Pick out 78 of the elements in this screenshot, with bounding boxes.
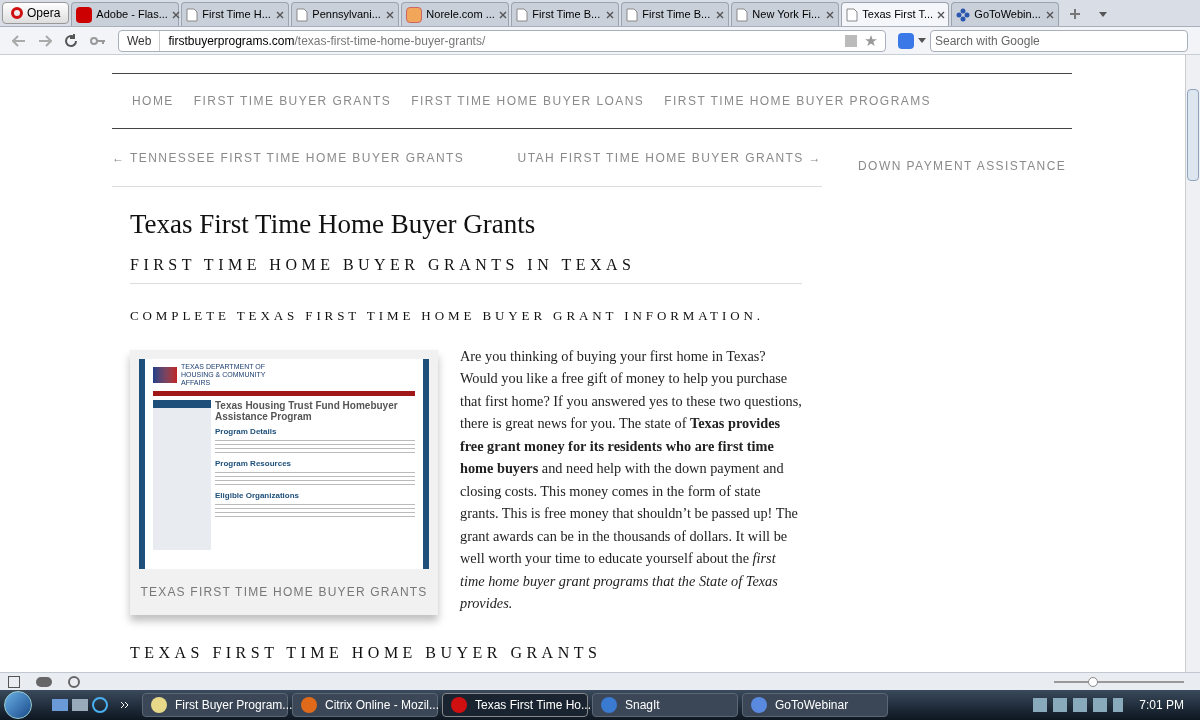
browser-tab[interactable]: Texas First T... (841, 2, 950, 26)
panel-toggle-icon[interactable] (8, 675, 20, 688)
screenshot-section-title: Program Resources (215, 457, 293, 470)
browser-tab[interactable]: First Time B... (621, 2, 730, 26)
taskbar-button[interactable]: GoToWebinar (742, 693, 888, 717)
caret-icon[interactable] (1099, 12, 1108, 17)
taskbar-button[interactable]: Texas First Time Ho... (442, 693, 588, 717)
nav-link[interactable]: FIRST TIME HOME BUYER PROGRAMS (664, 92, 932, 110)
search-field[interactable]: Search with Google (930, 29, 1188, 52)
screenshot-section-title: Eligible Organizations (215, 489, 300, 502)
sub-heading: COMPLETE TEXAS FIRST TIME HOME BUYER GRANT INFORMATION. (130, 307, 765, 325)
reload-icon[interactable] (64, 33, 78, 48)
tray-icons[interactable] (1033, 698, 1124, 712)
nav-link[interactable]: FIRST TIME BUYER GRANTS (193, 92, 392, 110)
tab-title: Adobe - Flas... (96, 7, 168, 23)
scrollbar[interactable] (1185, 55, 1200, 672)
intro-paragraph: Are you thinking of buying your first home in Texas? Would you like a free gift of money to help you purchase that first home? If you answered yes to these two questions, there is great news for you. The state of Texas provides free grant money for its residents who are first time home buyers and need help with the down payment and closing costs. This money comes in the form of state grants. This is free money that shouldn’t be passed up! The grant awards can be in the thousands of dollars. It will be well worth your time to educate yourself about the first time home buyer grant programs that the State of Texas provides. (460, 346, 802, 613)
close-icon[interactable] (498, 10, 507, 19)
browser-tab[interactable]: Adobe - Flas... (71, 2, 180, 26)
site-logo-icon (406, 6, 423, 23)
google-logo-icon (898, 32, 914, 49)
taskbar-button[interactable]: SnagIt (592, 693, 738, 717)
page-icon (626, 7, 639, 22)
page-icon (296, 7, 309, 22)
close-icon[interactable] (386, 10, 395, 19)
scroll-thumb[interactable] (1187, 89, 1199, 181)
chevron-icon[interactable] (120, 701, 130, 709)
close-icon[interactable] (276, 10, 285, 19)
screenshot-section-title: Program Details (215, 425, 278, 438)
browser-tab[interactable]: Pennsylvani... (291, 2, 400, 26)
window-switch-icon[interactable] (72, 699, 88, 711)
start-button[interactable] (4, 691, 32, 719)
next-post-link[interactable]: UTAH FIRST TIME HOME BUYER GRANTS → (517, 148, 822, 167)
close-icon[interactable] (937, 10, 946, 19)
page-title: Texas First Time Home Buyer Grants (130, 208, 537, 241)
section-heading: FIRST TIME HOME BUYER GRANTS IN TEXAS (130, 253, 802, 284)
key-icon[interactable] (90, 35, 106, 46)
tab-title: Pennsylvani... (312, 7, 382, 23)
browser-tab[interactable]: First Time B... (511, 2, 620, 26)
tab-title: First Time B... (532, 7, 602, 23)
section-heading: TEXAS FIRST TIME HOME BUYER GRANTS (130, 642, 603, 663)
tab-title: Norele.com ... (426, 7, 495, 23)
star-icon[interactable] (865, 34, 877, 47)
cloud-icon[interactable] (36, 676, 52, 687)
web-badge: Web (119, 30, 161, 51)
browser-tab[interactable]: New York Fi... (731, 2, 840, 26)
previous-post-link[interactable]: ← TENNESSEE FIRST TIME HOME BUYER GRANTS (112, 148, 465, 167)
adobe-logo-icon (76, 6, 93, 23)
speed-dial-icon[interactable] (68, 675, 80, 688)
tab-title: GoToWebin... (974, 7, 1042, 23)
close-icon[interactable] (1046, 10, 1055, 19)
nav-link[interactable]: FIRST TIME HOME BUYER LOANS (411, 92, 645, 110)
caret-icon[interactable] (918, 38, 926, 43)
plus-icon[interactable] (1069, 8, 1082, 20)
url-text[interactable]: firstbuyerprograms.com/texas-first-time-home-buyer-grants/ (160, 31, 494, 50)
browser-tab[interactable]: Norele.com ... (401, 2, 510, 26)
screenshot-title: Texas Housing Trust Fund Homebuyer Assistance Program (215, 399, 399, 422)
taskbar-button[interactable]: Citrix Online - Mozil... (292, 693, 438, 717)
opera-menu-button[interactable]: Opera (2, 2, 70, 24)
close-icon[interactable] (826, 10, 835, 19)
close-icon[interactable] (606, 10, 615, 19)
browser-tab[interactable]: GoToWebin... (951, 2, 1060, 26)
page-icon (186, 7, 199, 22)
tab-title: First Time B... (642, 7, 712, 23)
page-icon (736, 7, 749, 22)
page-icon (516, 7, 529, 22)
zoom-slider-thumb[interactable] (1088, 676, 1098, 687)
clock[interactable]: 7:01 PM (1127, 696, 1196, 714)
page-icon (846, 7, 859, 22)
close-icon[interactable] (171, 10, 180, 19)
sidebar-heading: DOWN PAYMENT ASSISTANCE (858, 159, 1067, 173)
tab-title: Texas First T... (862, 7, 934, 23)
image-caption: TEXAS FIRST TIME HOME BUYER GRANTS (139, 583, 429, 601)
flag-icon (153, 366, 177, 383)
browser-tab[interactable]: First Time H... (181, 2, 290, 26)
tab-title: First Time H... (202, 7, 272, 23)
close-icon[interactable] (716, 10, 725, 19)
tab-title: New York Fi... (752, 7, 822, 23)
